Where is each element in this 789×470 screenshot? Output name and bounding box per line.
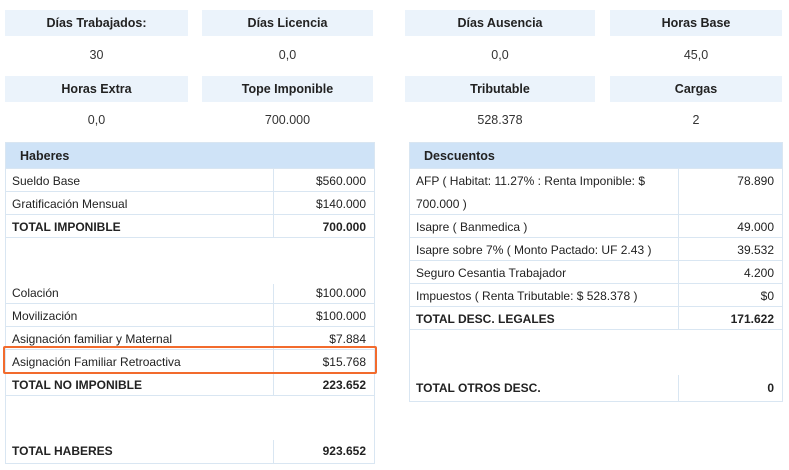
table-row-total-desc-legales: TOTAL DESC. LEGALES 171.622 (410, 306, 782, 329)
row-label: Colación (12, 285, 59, 300)
row-value: 223.652 (322, 377, 366, 392)
row-label: Gratificación Mensual (12, 196, 128, 211)
row-label: Movilización (12, 308, 78, 323)
haberes-table: Haberes Sueldo Base $560.000 Gratificaci… (5, 142, 375, 464)
row-label: Impuestos ( Renta Tributable: $ 528.378 … (416, 288, 638, 303)
dias-ausencia-value: 0,0 (405, 42, 595, 68)
table-row: Impuestos ( Renta Tributable: $ 528.378 … (410, 283, 782, 306)
table-row: Isapre ( Banmedica ) 49.000 (410, 214, 782, 237)
table-row-total-haberes: TOTAL HABERES 923.652 (6, 437, 374, 463)
table-row: Sueldo Base $560.000 (6, 168, 374, 191)
dias-licencia-label: Días Licencia (202, 10, 373, 36)
row-value: 171.622 (730, 311, 774, 326)
row-value: 78.890 (737, 173, 774, 188)
horas-base-value: 45,0 (610, 42, 782, 68)
row-value: $560.000 (315, 173, 366, 188)
row-label: AFP ( Habitat: 11.27% : Renta Imponible:… (416, 173, 646, 188)
row-value: $100.000 (315, 308, 366, 323)
table-row-empty (6, 237, 374, 284)
row-value: $140.000 (315, 196, 366, 211)
row-label: Isapre sobre 7% ( Monto Pactado: UF 2.43… (416, 242, 652, 257)
row-value: 700.000 (322, 219, 366, 234)
tributable-label: Tributable (405, 76, 595, 102)
haberes-title: Haberes (6, 143, 374, 168)
row-value: 39.532 (737, 242, 774, 257)
table-row-total-otros-desc: TOTAL OTROS DESC. 0 (410, 373, 782, 401)
row-label: TOTAL DESC. LEGALES (416, 311, 555, 326)
cargas-label: Cargas (610, 76, 782, 102)
horas-extra-value: 0,0 (5, 107, 188, 133)
table-row-empty (410, 329, 782, 375)
table-row: Isapre sobre 7% ( Monto Pactado: UF 2.43… (410, 237, 782, 260)
row-label-continued: 700.000 ) (416, 196, 467, 211)
table-row: Gratificación Mensual $140.000 (6, 191, 374, 214)
table-row-afp: AFP ( Habitat: 11.27% : Renta Imponible:… (410, 168, 782, 214)
descuentos-table: Descuentos AFP ( Habitat: 11.27% : Renta… (409, 142, 783, 402)
dias-trabajados-value: 30 (5, 42, 188, 68)
row-value: 49.000 (737, 219, 774, 234)
row-label: Sueldo Base (12, 173, 81, 188)
dias-ausencia-label: Días Ausencia (405, 10, 595, 36)
tributable-value: 528.378 (405, 107, 595, 133)
table-row-total-no-imponible: TOTAL NO IMPONIBLE 223.652 (6, 372, 374, 395)
tope-imponible-value: 700.000 (202, 107, 373, 133)
row-label: TOTAL NO IMPONIBLE (12, 377, 143, 392)
row-label: TOTAL OTROS DESC. (416, 381, 541, 395)
row-value: 4.200 (743, 265, 774, 280)
row-label: TOTAL HABERES (12, 444, 113, 458)
tope-imponible-label: Tope Imponible (202, 76, 373, 102)
table-row-total-imponible: TOTAL IMPONIBLE 700.000 (6, 214, 374, 237)
row-label: Isapre ( Banmedica ) (416, 219, 528, 234)
dias-trabajados-label: Días Trabajados: (5, 10, 188, 36)
cargas-value: 2 (610, 107, 782, 133)
horas-base-label: Horas Base (610, 10, 782, 36)
table-row-empty (6, 395, 374, 440)
row-value: 0 (767, 381, 774, 395)
row-value: 923.652 (322, 444, 366, 458)
row-value: $100.000 (315, 285, 366, 300)
dias-licencia-value: 0,0 (202, 42, 373, 68)
horas-extra-label: Horas Extra (5, 76, 188, 102)
highlight-box (3, 346, 377, 374)
table-row: Movilización $100.000 (6, 303, 374, 326)
row-value: $0 (760, 288, 774, 303)
descuentos-title: Descuentos (410, 143, 782, 168)
row-label: TOTAL IMPONIBLE (12, 219, 121, 234)
table-row: Seguro Cesantia Trabajador 4.200 (410, 260, 782, 283)
row-label: Seguro Cesantia Trabajador (416, 265, 567, 280)
